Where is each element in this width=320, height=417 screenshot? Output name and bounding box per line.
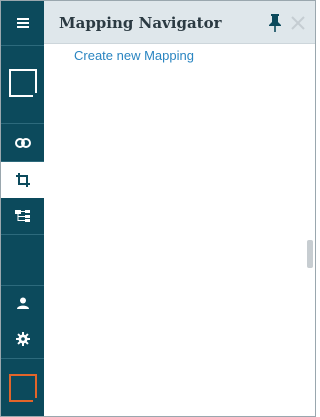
pin-icon[interactable] (267, 13, 283, 33)
menu-button[interactable] (1, 1, 44, 45)
tree-icon (14, 210, 30, 222)
menu-icon (16, 18, 29, 28)
rail-item-hierarchy[interactable] (1, 198, 44, 234)
close-icon[interactable] (289, 13, 307, 33)
panel-title: Mapping Navigator (59, 14, 222, 32)
create-new-mapping-link[interactable]: Create new Mapping (74, 48, 194, 63)
gear-icon (15, 332, 30, 346)
rail-item-user[interactable] (1, 287, 44, 319)
panel-header: Mapping Navigator (44, 1, 315, 44)
rail-divider (1, 123, 44, 124)
app-logo-button[interactable] (1, 49, 44, 117)
rail-divider (1, 358, 44, 359)
rail-divider (1, 45, 44, 46)
left-rail (1, 1, 44, 416)
rail-item-settings[interactable] (1, 321, 44, 357)
crop-icon (15, 173, 30, 187)
user-icon (16, 297, 29, 309)
rail-item-links[interactable] (1, 125, 44, 161)
rail-divider (1, 285, 44, 286)
rail-divider (1, 234, 44, 235)
panel-content: Create new Mapping (44, 44, 315, 416)
brand-logo-icon (8, 374, 37, 402)
brand-logo-button[interactable] (1, 361, 44, 415)
scrollbar-thumb[interactable] (307, 240, 313, 268)
link-icon (14, 138, 31, 148)
rail-item-mapping[interactable] (1, 162, 44, 198)
app-logo-icon (8, 69, 37, 97)
